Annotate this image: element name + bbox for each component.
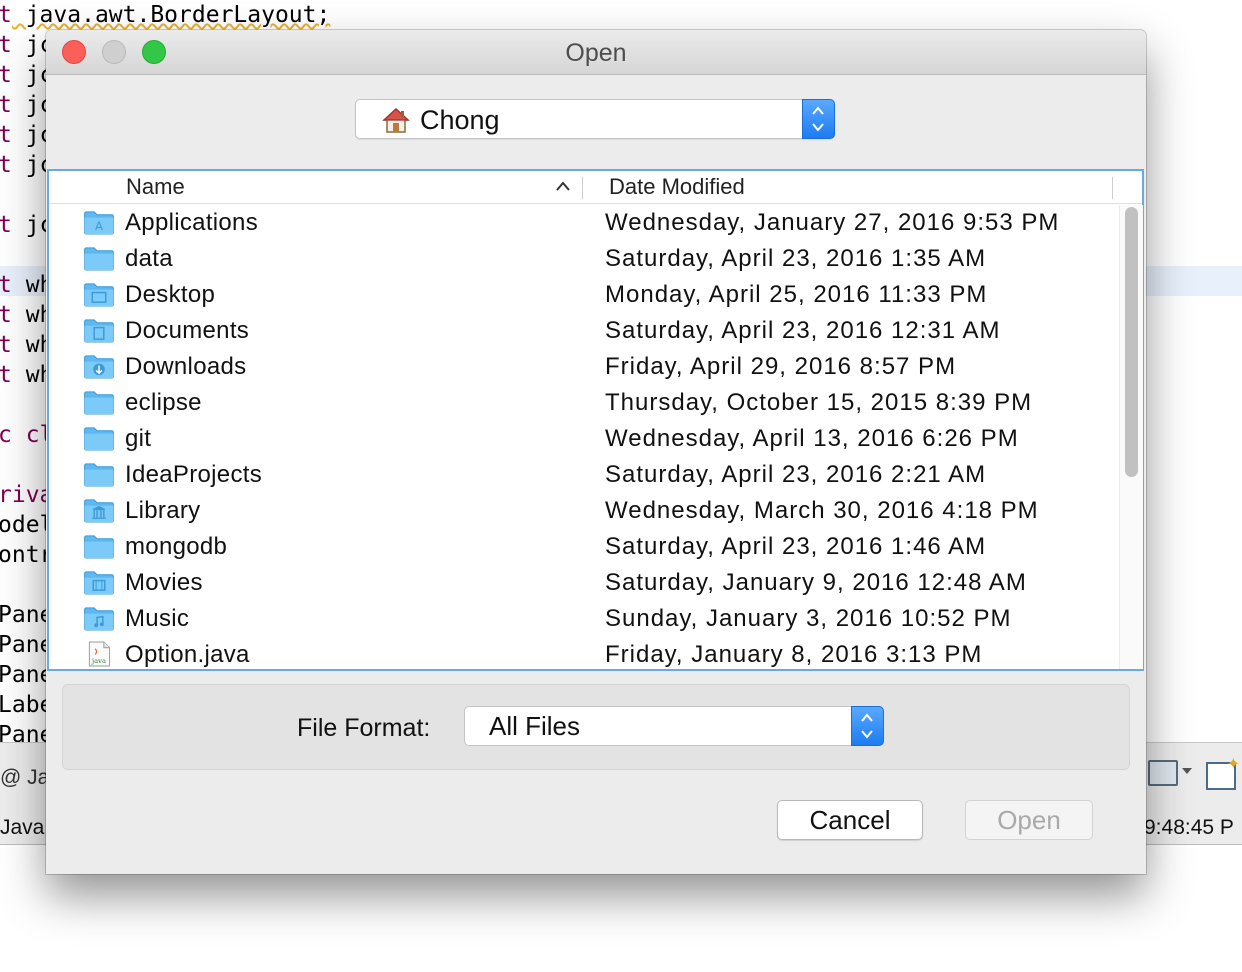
file-date-modified: Monday, April 25, 2016 11:33 PM bbox=[605, 281, 988, 308]
column-separator[interactable] bbox=[582, 177, 583, 199]
file-row[interactable]: data Saturday, April 23, 2016 1:35 AM bbox=[49, 241, 1119, 277]
file-name: Movies bbox=[125, 569, 203, 596]
file-name: eclipse bbox=[125, 389, 202, 416]
file-name: Documents bbox=[125, 317, 250, 344]
file-name: Music bbox=[125, 605, 190, 632]
movies-folder-icon bbox=[84, 571, 114, 595]
accessory-panel: File Format: All Files bbox=[62, 684, 1130, 770]
chevron-up-icon bbox=[861, 713, 873, 722]
file-name: git bbox=[125, 425, 152, 452]
chevron-down-icon bbox=[861, 730, 873, 739]
column-separator[interactable] bbox=[1112, 177, 1113, 199]
music-folder-icon bbox=[84, 607, 114, 631]
file-date-modified: Wednesday, April 13, 2016 6:26 PM bbox=[605, 425, 1019, 452]
file-name: Desktop bbox=[125, 281, 216, 308]
file-row[interactable]: A Applications Wednesday, January 27, 2016… bbox=[49, 205, 1119, 241]
folder-icon bbox=[84, 463, 114, 487]
folder-icon bbox=[84, 535, 114, 559]
file-name: Library bbox=[125, 497, 201, 524]
file-date-modified: Friday, January 8, 2016 3:13 PM bbox=[605, 641, 983, 668]
chevron-down-icon bbox=[812, 123, 824, 132]
javadoc-tab[interactable]: @ Ja bbox=[0, 766, 49, 790]
file-row[interactable]: mongodb Saturday, April 23, 2016 1:46 AM bbox=[49, 529, 1119, 565]
file-name: mongodb bbox=[125, 533, 228, 560]
folder-icon bbox=[84, 427, 114, 451]
file-date-modified: Saturday, January 9, 2016 12:48 AM bbox=[605, 569, 1027, 596]
file-row[interactable]: java Option.java Friday, January 8, 2016 3… bbox=[49, 637, 1119, 673]
file-row[interactable]: git Wednesday, April 13, 2016 6:26 PM bbox=[49, 421, 1119, 457]
file-date-modified: Saturday, April 23, 2016 1:46 AM bbox=[605, 533, 987, 560]
file-date-modified: Sunday, January 3, 2016 10:52 PM bbox=[605, 605, 1012, 632]
library-folder-icon bbox=[84, 499, 114, 523]
dialog-titlebar: Open bbox=[46, 30, 1146, 75]
file-name: Option.java bbox=[125, 641, 250, 668]
file-date-modified: Saturday, April 23, 2016 1:35 AM bbox=[605, 245, 987, 272]
column-header-date[interactable]: Date Modified bbox=[609, 171, 745, 203]
file-format-stepper[interactable] bbox=[851, 706, 884, 746]
file-date-modified: Saturday, April 23, 2016 2:21 AM bbox=[605, 461, 987, 488]
monitor-icon[interactable] bbox=[1148, 760, 1178, 786]
file-row[interactable]: Music Sunday, January 3, 2016 10:52 PM bbox=[49, 601, 1119, 637]
file-browser-table[interactable]: Name Date Modified A Applications Wednesda… bbox=[47, 169, 1144, 671]
file-row[interactable]: Documents Saturday, April 23, 2016 12:31 … bbox=[49, 313, 1119, 349]
location-popup[interactable]: Chong bbox=[355, 99, 835, 139]
column-header-row: Name Date Modified bbox=[49, 171, 1142, 204]
file-format-value: All Files bbox=[489, 711, 581, 741]
file-row[interactable]: Movies Saturday, January 9, 2016 12:48 AM bbox=[49, 565, 1119, 601]
status-language: Java bbox=[0, 816, 45, 839]
documents-folder-icon bbox=[84, 319, 114, 343]
location-label: Chong bbox=[420, 105, 500, 135]
file-date-modified: Wednesday, March 30, 2016 4:18 PM bbox=[605, 497, 1039, 524]
new-window-icon[interactable]: ✦ bbox=[1206, 756, 1240, 790]
dropdown-caret-icon[interactable] bbox=[1182, 768, 1192, 774]
file-name: data bbox=[125, 245, 173, 272]
location-stepper[interactable] bbox=[802, 99, 835, 139]
svg-text:A: A bbox=[95, 219, 103, 233]
java-file-icon: java bbox=[88, 641, 111, 667]
file-row[interactable]: IdeaProjects Saturday, April 23, 2016 2:2… bbox=[49, 457, 1119, 493]
file-date-modified: Thursday, October 15, 2015 8:39 PM bbox=[605, 389, 1033, 416]
open-dialog: Open Chong Name Date Modified A Applicati… bbox=[46, 30, 1146, 874]
home-icon bbox=[382, 107, 410, 133]
file-format-popup[interactable]: All Files bbox=[464, 706, 884, 746]
cancel-button[interactable]: Cancel bbox=[777, 800, 923, 840]
file-row[interactable]: Downloads Friday, April 29, 2016 8:57 PM bbox=[49, 349, 1119, 385]
file-row[interactable]: eclipse Thursday, October 15, 2015 8:39 P… bbox=[49, 385, 1119, 421]
file-row[interactable]: Library Wednesday, March 30, 2016 4:18 PM bbox=[49, 493, 1119, 529]
file-date-modified: Saturday, April 23, 2016 12:31 AM bbox=[605, 317, 1001, 344]
column-header-name[interactable]: Name bbox=[126, 171, 185, 203]
status-time: 9:48:45 P bbox=[1144, 816, 1234, 839]
file-date-modified: Wednesday, January 27, 2016 9:53 PM bbox=[605, 209, 1060, 236]
dialog-title: Open bbox=[565, 39, 627, 67]
desktop-folder-icon bbox=[84, 283, 114, 307]
file-name: Downloads bbox=[125, 353, 247, 380]
file-name: Applications bbox=[125, 209, 259, 236]
code-line: t java.awt.BorderLayout; bbox=[0, 2, 331, 28]
applications-folder-icon: A bbox=[84, 211, 114, 235]
folder-icon bbox=[84, 391, 114, 415]
file-row[interactable]: Desktop Monday, April 25, 2016 11:33 PM bbox=[49, 277, 1119, 313]
file-name: IdeaProjects bbox=[125, 461, 263, 488]
chevron-up-icon bbox=[812, 106, 824, 115]
sort-ascending-icon[interactable] bbox=[555, 179, 571, 193]
folder-icon bbox=[84, 247, 114, 271]
file-list: A Applications Wednesday, January 27, 2016… bbox=[49, 205, 1119, 673]
downloads-folder-icon bbox=[84, 355, 114, 379]
scrollbar-thumb[interactable] bbox=[1125, 207, 1138, 477]
file-date-modified: Friday, April 29, 2016 8:57 PM bbox=[605, 353, 957, 380]
file-format-label: File Format: bbox=[297, 714, 431, 742]
open-button[interactable]: Open bbox=[965, 800, 1093, 840]
vertical-scrollbar[interactable] bbox=[1119, 205, 1143, 669]
svg-text:java: java bbox=[91, 657, 106, 665]
